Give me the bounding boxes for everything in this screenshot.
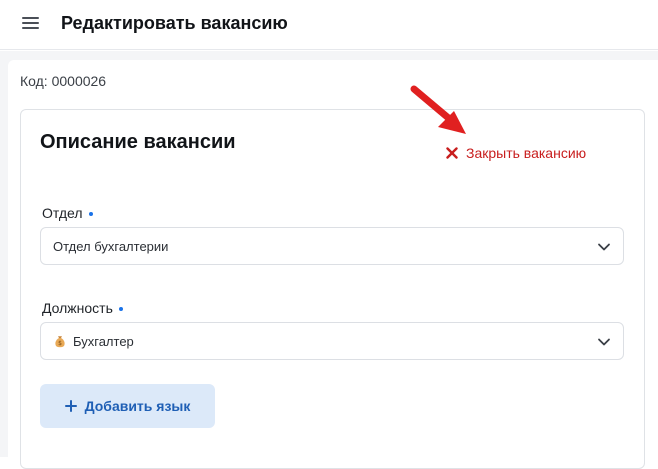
chevron-down-icon (598, 338, 610, 346)
annotation-arrow-icon (410, 85, 466, 134)
card-title: Описание вакансии (40, 131, 236, 153)
svg-text:$: $ (58, 340, 62, 347)
department-select[interactable]: Отдел бухгалтерии (40, 227, 624, 265)
position-label: Должность (42, 300, 123, 316)
close-x-icon (446, 147, 458, 159)
position-select[interactable]: $ Бухгалтер (40, 322, 624, 360)
add-language-button[interactable]: Добавить язык (40, 384, 215, 428)
department-label-text: Отдел (42, 205, 83, 221)
plus-icon (64, 400, 77, 412)
close-vacancy-button[interactable]: Закрыть вакансию (446, 143, 586, 163)
required-dot (88, 212, 93, 216)
hamburger-menu-icon[interactable] (21, 14, 41, 34)
position-label-text: Должность (42, 300, 113, 316)
vacancy-code: Код: 0000026 (20, 73, 107, 89)
chevron-down-icon (598, 243, 610, 251)
money-bag-icon: $ (55, 336, 65, 348)
position-select-value: Бухгалтер (73, 333, 134, 349)
department-select-value: Отдел бухгалтерии (53, 238, 169, 254)
page-title: Редактировать вакансию (61, 13, 288, 33)
add-language-label: Добавить язык (84, 398, 191, 414)
required-dot (118, 307, 123, 311)
close-vacancy-label: Закрыть вакансию (466, 145, 587, 161)
department-label: Отдел (42, 205, 93, 221)
top-bar: Редактировать вакансию (0, 0, 658, 50)
